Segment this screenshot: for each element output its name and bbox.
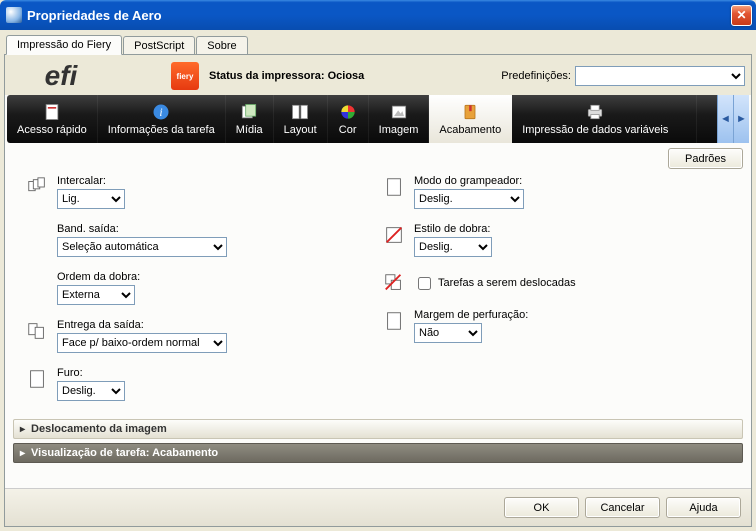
output-tray-select[interactable]: Seleção automática <box>57 237 227 257</box>
toolbar-label: Acesso rápido <box>17 124 87 136</box>
toolbar-finishing[interactable]: Acabamento <box>429 95 512 143</box>
punch-margin-label: Margem de perfuração: <box>414 309 528 321</box>
tab-label: Impressão do Fiery <box>17 39 111 51</box>
punch-margin-select[interactable]: Não <box>414 323 482 343</box>
window-title: Propriedades de Aero <box>27 8 162 23</box>
toolbar-scroll-left[interactable]: ◄ <box>717 95 733 143</box>
punch-margin-icon <box>382 309 406 333</box>
output-tray-label: Band. saída: <box>57 223 227 235</box>
button-label: Ajuda <box>689 502 717 514</box>
fold-style-label: Estilo de dobra: <box>414 223 492 235</box>
toolbar-image[interactable]: Imagem <box>369 95 430 143</box>
delivery-label: Entrega da saída: <box>57 319 227 331</box>
image-icon <box>389 102 409 122</box>
category-toolbar: Acesso rápido i Informações da tarefa Mí… <box>7 95 749 143</box>
toolbar-media[interactable]: Mídia <box>226 95 274 143</box>
header-row: efi fiery Status da impressora: Ociosa P… <box>5 55 751 95</box>
tab-postscript[interactable]: PostScript <box>123 36 195 55</box>
color-wheel-icon <box>338 102 358 122</box>
toolbar-vdp[interactable]: Impressão de dados variáveis <box>512 95 697 143</box>
ok-button[interactable]: OK <box>504 497 579 518</box>
button-label: Padrões <box>685 153 726 165</box>
collapse-label: Deslocamento da imagem <box>31 423 167 435</box>
defaults-button[interactable]: Padrões <box>668 148 743 169</box>
efi-logo: efi <box>11 59 111 93</box>
stapler-select[interactable]: Deslig. <box>414 189 524 209</box>
fold-order-select[interactable]: Externa <box>57 285 135 305</box>
tab-about[interactable]: Sobre <box>196 36 247 55</box>
document-icon <box>42 102 62 122</box>
svg-text:i: i <box>160 106 163 119</box>
offset-icon <box>382 271 406 295</box>
book-icon <box>460 102 480 122</box>
offset-jobs-checkbox-wrap[interactable]: Tarefas a serem deslocadas <box>414 274 576 293</box>
collapse-label: Visualização de tarefa: Acabamento <box>31 447 218 459</box>
offset-jobs-checkbox[interactable] <box>418 277 431 290</box>
collate-label: Intercalar: <box>57 175 125 187</box>
button-label: OK <box>534 502 550 514</box>
toolbar-label: Impressão de dados variáveis <box>522 124 668 136</box>
fiery-logo: fiery <box>171 62 199 90</box>
punch-select[interactable]: Deslig. <box>57 381 125 401</box>
toolbar-label: Imagem <box>379 124 419 136</box>
toolbar-label: Layout <box>284 124 317 136</box>
layout-icon <box>290 102 310 122</box>
toolbar-label: Mídia <box>236 124 263 136</box>
fold-style-icon <box>382 223 406 247</box>
punch-icon <box>25 367 49 391</box>
delivery-icon <box>25 319 49 343</box>
chevron-right-icon: ▸ <box>20 424 25 435</box>
button-label: Cancelar <box>600 502 644 514</box>
toolbar-label: Acabamento <box>439 124 501 136</box>
close-icon: ✕ <box>736 8 746 22</box>
delivery-select[interactable]: Face p/ baixo-ordem normal <box>57 333 227 353</box>
toolbar-label: Informações da tarefa <box>108 124 215 136</box>
fiery-logo-text: fiery <box>177 72 194 81</box>
stapler-icon <box>382 175 406 199</box>
toolbar-color[interactable]: Cor <box>328 95 369 143</box>
finishing-form: Intercalar: Lig. Band. saída: Seleção au… <box>5 169 751 415</box>
title-bar: Propriedades de Aero ✕ <box>0 0 756 30</box>
collate-select[interactable]: Lig. <box>57 189 125 209</box>
fold-order-label: Ordem da dobra: <box>57 271 140 283</box>
toolbar-label: Cor <box>339 124 357 136</box>
tab-strip: Impressão do Fiery PostScript Sobre <box>4 33 752 54</box>
fold-style-select[interactable]: Deslig. <box>414 237 492 257</box>
image-shift-bar[interactable]: ▸ Deslocamento da imagem <box>13 419 743 439</box>
tab-label: Sobre <box>207 40 236 52</box>
toolbar-quick-access[interactable]: Acesso rápido <box>7 95 98 143</box>
toolbar-scroll-right[interactable]: ► <box>733 95 749 143</box>
app-icon <box>6 7 22 23</box>
offset-jobs-label: Tarefas a serem deslocadas <box>438 277 576 289</box>
tab-label: PostScript <box>134 40 184 52</box>
presets-label: Predefinições: <box>501 70 571 82</box>
printer-icon <box>585 102 605 122</box>
help-button[interactable]: Ajuda <box>666 497 741 518</box>
chevron-right-icon: ▸ <box>20 448 25 459</box>
toolbar-layout[interactable]: Layout <box>274 95 328 143</box>
toolbar-job-info[interactable]: i Informações da tarefa <box>98 95 226 143</box>
info-icon: i <box>151 102 171 122</box>
tab-content: efi fiery Status da impressora: Ociosa P… <box>4 54 752 527</box>
collate-icon <box>25 175 49 199</box>
dialog-footer: OK Cancelar Ajuda <box>5 488 751 526</box>
media-icon <box>239 102 259 122</box>
job-preview-bar[interactable]: ▸ Visualização de tarefa: Acabamento <box>13 443 743 463</box>
printer-status: Status da impressora: Ociosa <box>209 70 364 82</box>
close-button[interactable]: ✕ <box>731 5 752 26</box>
punch-label: Furo: <box>57 367 125 379</box>
cancel-button[interactable]: Cancelar <box>585 497 660 518</box>
stapler-label: Modo do grampeador: <box>414 175 524 187</box>
tab-fiery-print[interactable]: Impressão do Fiery <box>6 35 122 55</box>
presets-select[interactable] <box>575 66 745 86</box>
